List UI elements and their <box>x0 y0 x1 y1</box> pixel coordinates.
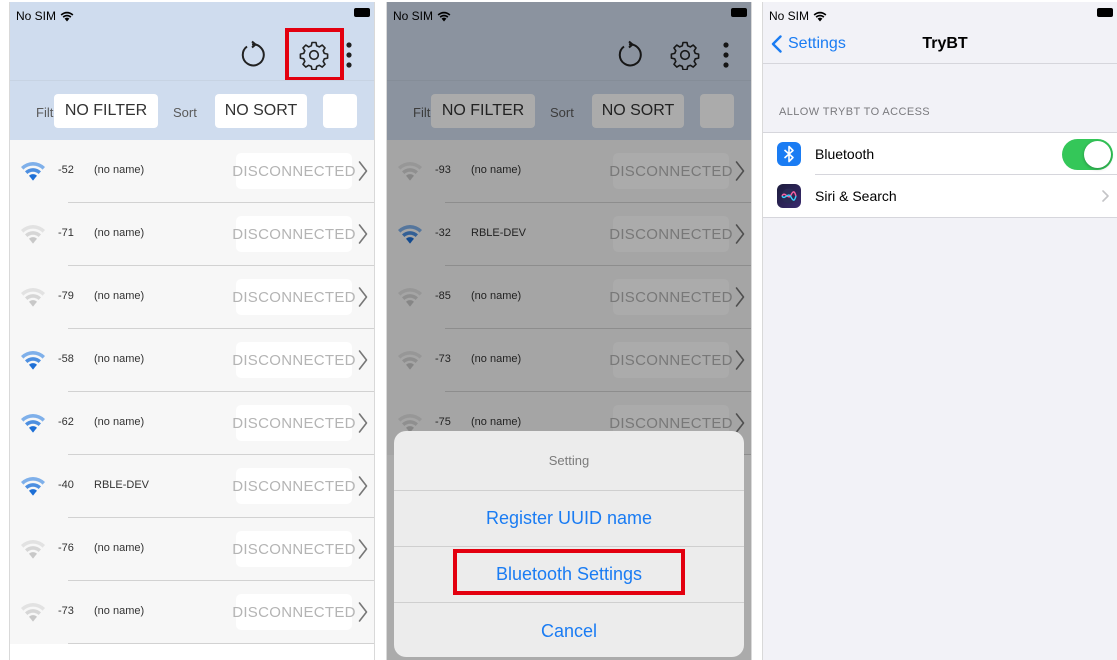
more-vertical-icon[interactable] <box>340 37 358 73</box>
device-list-screen: No SIM Filte NO FILTER Sort NO SORT -52 (… <box>9 2 375 660</box>
sort-select[interactable]: NO SORT <box>215 94 307 128</box>
device-name: (no name) <box>94 164 145 176</box>
chevron-right-icon[interactable] <box>358 160 368 187</box>
chevron-right-icon[interactable] <box>358 349 368 376</box>
rssi-value: -62 <box>58 416 74 428</box>
settings-body: ALLOW TRYBT TO ACCESS Bluetooth Siri & S… <box>763 64 1117 660</box>
action-sheet-screen: No SIM Filte NO FILTER Sort NO SORT -93(… <box>386 2 752 660</box>
filter-select[interactable]: NO FILTER <box>54 94 158 128</box>
rssi-value: -73 <box>58 605 74 617</box>
bluetooth-toggle[interactable] <box>1062 139 1113 170</box>
action-sheet-title: Setting <box>394 431 744 491</box>
register-uuid-button[interactable]: Register UUID name <box>394 491 744 547</box>
bluetooth-icon <box>777 142 801 166</box>
device-name: (no name) <box>94 353 145 365</box>
sort-label: Sort <box>173 105 197 120</box>
connection-state-button[interactable]: DISCONNECTED <box>232 594 356 630</box>
chevron-right-icon[interactable] <box>358 538 368 565</box>
device-row[interactable]: -58 (no name) DISCONNECTED <box>10 329 374 392</box>
device-row[interactable]: -79 (no name) DISCONNECTED <box>10 266 374 329</box>
device-name: (no name) <box>94 542 145 554</box>
chevron-right-icon[interactable] <box>358 475 368 502</box>
signal-strength-icon <box>20 287 46 314</box>
rssi-value: -52 <box>58 164 74 176</box>
rssi-value: -76 <box>58 542 74 554</box>
device-row[interactable]: -76 (no name) DISCONNECTED <box>10 518 374 581</box>
rssi-value: -40 <box>58 479 74 491</box>
extra-button[interactable] <box>323 94 357 128</box>
device-row[interactable]: -62 (no name) DISCONNECTED <box>10 392 374 455</box>
carrier-label: No SIM <box>769 9 810 23</box>
chevron-right-icon[interactable] <box>358 601 368 628</box>
connection-state-button[interactable]: DISCONNECTED <box>232 468 356 504</box>
device-name: (no name) <box>94 416 145 428</box>
ios-settings-screen: No SIM Settings TryBT ALLOW TRYBT TO ACC… <box>762 2 1117 660</box>
carrier-label: No SIM <box>16 9 57 23</box>
chevron-right-icon[interactable] <box>358 286 368 313</box>
gear-icon[interactable] <box>296 37 332 73</box>
wifi-status-icon <box>813 11 827 21</box>
highlight-box <box>453 549 685 595</box>
connection-state-button[interactable]: DISCONNECTED <box>232 216 356 252</box>
divider <box>68 643 374 644</box>
permissions-group: Bluetooth Siri & Search <box>763 132 1117 218</box>
device-name: (no name) <box>94 290 145 302</box>
device-name: (no name) <box>94 227 145 239</box>
refresh-icon[interactable] <box>234 37 270 73</box>
chevron-right-icon[interactable] <box>358 223 368 250</box>
toggle-knob <box>1084 141 1111 168</box>
section-header: ALLOW TRYBT TO ACCESS <box>779 106 931 118</box>
signal-strength-icon <box>20 602 46 629</box>
signal-strength-icon <box>20 224 46 251</box>
chevron-right-icon <box>1102 190 1109 202</box>
battery-icon <box>354 8 370 17</box>
rssi-value: -79 <box>58 290 74 302</box>
battery-icon <box>1097 8 1113 17</box>
wifi-status-icon <box>60 11 74 21</box>
signal-strength-icon <box>20 413 46 440</box>
app-header: No SIM Filte NO FILTER Sort NO SORT <box>10 2 374 140</box>
signal-strength-icon <box>20 476 46 503</box>
siri-icon <box>777 184 801 208</box>
device-name: RBLE-DEV <box>94 479 150 491</box>
toolbar <box>10 26 374 81</box>
bluetooth-label: Bluetooth <box>815 146 875 162</box>
settings-row-bluetooth[interactable]: Bluetooth <box>763 133 1117 175</box>
connection-state-button[interactable]: DISCONNECTED <box>232 342 356 378</box>
page-title: TryBT <box>922 35 968 52</box>
connection-state-button[interactable]: DISCONNECTED <box>232 279 356 315</box>
siri-label: Siri & Search <box>815 188 897 204</box>
connection-state-button[interactable]: DISCONNECTED <box>232 531 356 567</box>
chevron-right-icon[interactable] <box>358 412 368 439</box>
device-list: -52 (no name) DISCONNECTED -71 (no name) DISC… <box>10 140 374 644</box>
connection-state-button[interactable]: DISCONNECTED <box>232 405 356 441</box>
device-row[interactable]: -40 RBLE-DEV DISCONNECTED <box>10 455 374 518</box>
cancel-button[interactable]: Cancel <box>394 603 744 657</box>
status-bar: No SIM <box>10 2 374 26</box>
device-row[interactable]: -52 (no name) DISCONNECTED <box>10 140 374 203</box>
signal-strength-icon <box>20 350 46 377</box>
settings-row-siri[interactable]: Siri & Search <box>763 175 1117 217</box>
filter-bar: Filte NO FILTER Sort NO SORT <box>10 80 374 140</box>
navigation-bar: Settings TryBT <box>763 26 1117 64</box>
rssi-value: -71 <box>58 227 74 239</box>
device-row[interactable]: -71 (no name) DISCONNECTED <box>10 203 374 266</box>
status-bar: No SIM <box>763 2 1117 26</box>
signal-strength-icon <box>20 539 46 566</box>
signal-strength-icon <box>20 161 46 188</box>
action-sheet: Setting Register UUID name Bluetooth Set… <box>394 431 744 657</box>
device-row[interactable]: -73 (no name) DISCONNECTED <box>10 581 374 644</box>
device-name: (no name) <box>94 605 145 617</box>
connection-state-button[interactable]: DISCONNECTED <box>232 153 356 189</box>
rssi-value: -58 <box>58 353 74 365</box>
